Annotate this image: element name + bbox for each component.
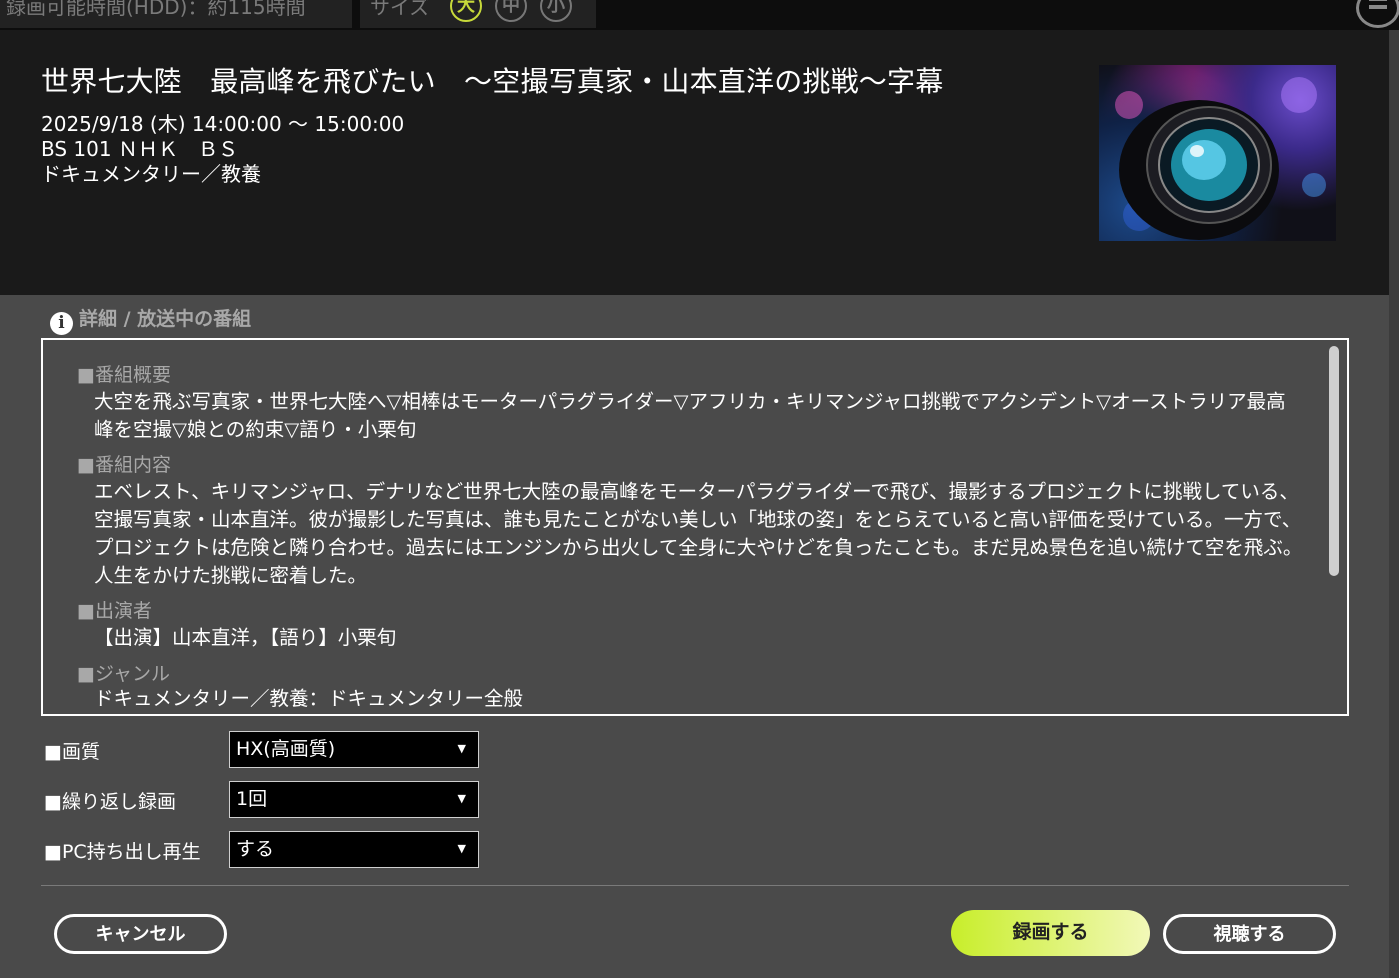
quality-select[interactable]: HX(高画質) ▼ xyxy=(229,731,479,768)
watch-button[interactable]: 視聴する xyxy=(1163,914,1336,954)
top-status-bar: 録画可能時間(HDD)：約115時間 サイズ 大 中 小 xyxy=(0,0,1399,30)
content-heading: ■番組内容 xyxy=(77,454,171,476)
cast-text: 【出演】山本直洋，【語り】小栗旬 xyxy=(94,626,397,649)
pc-playback-value: する xyxy=(236,838,275,860)
detail-section-heading: i 詳細 / 放送中の番組 xyxy=(50,304,251,335)
divider xyxy=(41,885,1349,886)
summary-heading: ■番組概要 xyxy=(77,364,171,386)
quality-label: ■画質 xyxy=(44,741,100,763)
window-edge xyxy=(1389,30,1399,978)
program-thumbnail xyxy=(1099,65,1336,241)
repeat-record-label: ■繰り返し録画 xyxy=(44,791,176,813)
program-genre: ドキュメンタリー／教養 xyxy=(41,162,261,186)
pc-playback-label: ■PC持ち出し再生 xyxy=(44,841,201,863)
genre-heading: ■ジャンル xyxy=(77,663,171,685)
size-small-button[interactable]: 小 xyxy=(540,0,572,22)
size-label: サイズ xyxy=(370,0,430,19)
detail-section-title: 詳細 / 放送中の番組 xyxy=(79,308,252,330)
close-menu-icon[interactable] xyxy=(1356,0,1399,28)
size-large-button[interactable]: 大 xyxy=(450,0,482,22)
genre-text: ドキュメンタリー／教養：ドキュメンタリー全般 xyxy=(94,687,524,710)
detail-scrollbar[interactable] xyxy=(1329,346,1339,576)
content-text: エベレスト、キリマンジャロ、デナリなど世界七大陸の最高峰をモーターパラグライダー… xyxy=(94,480,1303,587)
dropdown-arrow-icon: ▼ xyxy=(457,742,466,755)
dropdown-arrow-icon: ▼ xyxy=(457,792,466,805)
repeat-record-value: 1回 xyxy=(236,788,268,810)
program-title: 世界七大陸 最高峰を飛びたい ～空撮写真家・山本直洋の挑戦～字幕 xyxy=(41,65,944,98)
size-selector: サイズ 大 中 小 xyxy=(360,0,596,28)
program-header: 世界七大陸 最高峰を飛びたい ～空撮写真家・山本直洋の挑戦～字幕 2025/9/… xyxy=(0,30,1399,295)
repeat-record-select[interactable]: 1回 ▼ xyxy=(229,781,479,818)
quality-value: HX(高画質) xyxy=(236,738,336,760)
cast-heading: ■出演者 xyxy=(77,600,152,622)
dropdown-arrow-icon: ▼ xyxy=(457,842,466,855)
record-button[interactable]: 録画する xyxy=(951,910,1150,956)
info-icon: i xyxy=(50,312,73,335)
hdd-remaining-time: 録画可能時間(HDD)：約115時間 xyxy=(0,0,352,28)
program-detail-panel[interactable]: ■番組概要 大空を飛ぶ写真家・世界七大陸へ▽相棒はモーターパラグライダー▽アフリ… xyxy=(41,338,1349,716)
cancel-button[interactable]: キャンセル xyxy=(54,914,227,954)
summary-text: 大空を飛ぶ写真家・世界七大陸へ▽相棒はモーターパラグライダー▽アフリカ・キリマン… xyxy=(94,390,1286,441)
size-medium-button[interactable]: 中 xyxy=(495,0,527,22)
pc-playback-select[interactable]: する ▼ xyxy=(229,831,479,868)
